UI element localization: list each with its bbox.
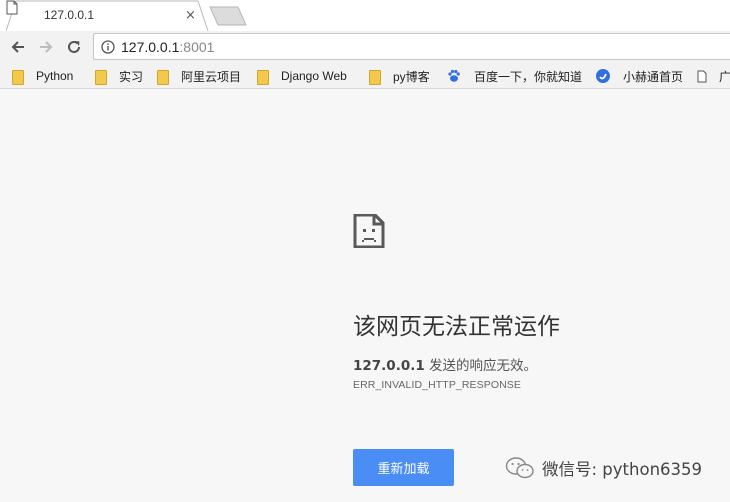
bookmark-label: 广: [719, 69, 730, 84]
page-icon: [697, 70, 707, 82]
folder-icon: [157, 69, 169, 85]
address-bar[interactable]: 127.0.0.1:8001: [93, 33, 730, 60]
tab-active[interactable]: 127.0.0.1 ×: [6, 0, 210, 32]
info-icon[interactable]: [101, 40, 115, 54]
bookmark-py-blog[interactable]: py博客: [369, 67, 430, 85]
tab-strip: 127.0.0.1 ×: [0, 0, 730, 32]
folder-icon: [12, 69, 24, 85]
bookmark-internship[interactable]: 实习: [95, 67, 143, 85]
bookmark-xiaoetong-home[interactable]: 小赫通首页: [596, 67, 683, 85]
sad-page-icon: [353, 214, 385, 248]
bookmark-baidu[interactable]: 百度一下，你就知道: [447, 67, 582, 85]
url-port: :8001: [179, 39, 215, 55]
toolbar: 127.0.0.1:8001: [0, 31, 730, 63]
reload-page-button[interactable]: 重新加载: [353, 449, 454, 486]
bookmark-django-web[interactable]: Django Web: [257, 67, 347, 85]
baidu-paw-icon: [448, 69, 460, 82]
blue-circle-icon: [596, 69, 610, 83]
wechat-watermark: 微信号: python6359: [505, 454, 702, 482]
tab-shape: [6, 0, 209, 32]
reload-button[interactable]: [63, 37, 85, 57]
page-favicon-icon: [6, 0, 18, 15]
error-message: 127.0.0.1 发送的响应无效。: [353, 354, 537, 374]
forward-button[interactable]: [35, 37, 57, 57]
bookmark-label: 实习: [119, 69, 144, 84]
new-tab-button[interactable]: [208, 6, 248, 26]
folder-icon: [257, 69, 269, 85]
tab-close-icon[interactable]: ×: [185, 8, 196, 23]
tab-title: 127.0.0.1: [44, 8, 95, 22]
bookmark-label: 小赫通首页: [623, 69, 684, 84]
folder-icon: [95, 69, 107, 85]
error-title: 该网页无法正常运作: [353, 314, 560, 340]
reload-icon: [68, 40, 80, 53]
forward-arrow-icon: [40, 41, 53, 53]
wechat-icon: [505, 457, 534, 479]
bookmark-label: Django Web: [281, 69, 347, 83]
bookmark-python[interactable]: Python: [12, 67, 73, 85]
error-code: ERR_INVALID_HTTP_RESPONSE: [353, 379, 522, 391]
url-text[interactable]: 127.0.0.1:8001: [121, 39, 214, 55]
bookmark-label: py博客: [393, 69, 430, 84]
bookmark-overflow[interactable]: 广: [697, 67, 730, 85]
back-arrow-icon: [11, 41, 24, 53]
folder-icon: [369, 69, 381, 85]
back-button[interactable]: [7, 37, 29, 57]
error-page: 该网页无法正常运作 127.0.0.1 发送的响应无效。 ERR_INVALID…: [0, 90, 730, 502]
bookmark-label: 百度一下，你就知道: [474, 69, 583, 84]
bookmarks-bar: Python 实习 阿里云项目 Django Web py博客 百度一下，你就知…: [0, 63, 730, 89]
watermark-text: 微信号: python6359: [542, 460, 703, 479]
error-host: 127.0.0.1: [353, 358, 425, 374]
error-description: 发送的响应无效。: [424, 358, 538, 374]
bookmark-label: Python: [36, 69, 74, 83]
bookmark-label: 阿里云项目: [181, 69, 242, 84]
bookmark-aliyun-project[interactable]: 阿里云项目: [157, 67, 241, 85]
url-host: 127.0.0.1: [121, 39, 180, 55]
